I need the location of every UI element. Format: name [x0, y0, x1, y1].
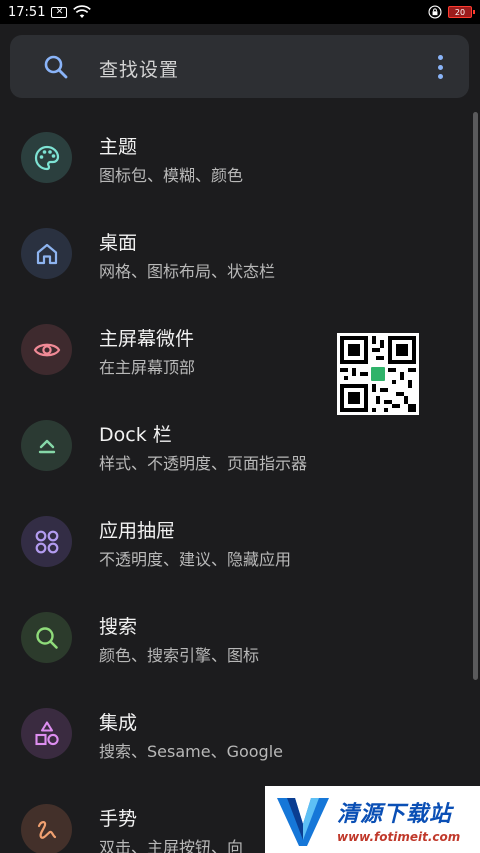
settings-item-search[interactable]: 搜索 颜色、搜索引擎、图标 — [0, 590, 480, 686]
item-title: 手势 — [99, 808, 138, 830]
search-icon — [44, 55, 68, 79]
item-title: Dock 栏 — [99, 424, 172, 446]
item-title: 主屏幕微件 — [99, 328, 195, 350]
item-subtitle: 搜索、Sesame、Google — [99, 742, 283, 761]
lock-rotation-icon — [428, 5, 442, 19]
item-subtitle: 颜色、搜索引擎、图标 — [99, 646, 260, 665]
gesture-icon — [21, 804, 72, 853]
settings-list: 主题 图标包、模糊、颜色 桌面 网格、图标布局、状态栏 主屏幕微件 在主屏幕顶部 — [0, 110, 480, 853]
scrollbar[interactable] — [473, 112, 478, 680]
battery-level: 20 — [454, 7, 466, 17]
search-icon — [21, 612, 72, 663]
settings-item-desktop[interactable]: 桌面 网格、图标布局、状态栏 — [0, 206, 480, 302]
qr-code-image — [337, 333, 419, 415]
search-placeholder[interactable]: 查找设置 — [99, 55, 179, 82]
item-title: 集成 — [99, 712, 138, 734]
watermark-url: www.fotimeit.com — [337, 829, 461, 844]
eye-icon — [21, 324, 72, 375]
home-icon — [21, 228, 72, 279]
battery-icon: 20 — [448, 6, 475, 18]
palette-icon — [21, 132, 72, 183]
shapes-icon — [21, 708, 72, 759]
settings-item-app-drawer[interactable]: 应用抽屉 不透明度、建议、隐藏应用 — [0, 494, 480, 590]
item-subtitle: 不透明度、建议、隐藏应用 — [99, 550, 292, 569]
dock-icon — [21, 420, 72, 471]
item-title: 主题 — [99, 136, 138, 158]
item-subtitle: 样式、不透明度、页面指示器 — [99, 454, 308, 473]
status-bar: 17:51 ✕ 20 — [0, 0, 480, 24]
settings-search-bar[interactable]: 查找设置 — [10, 35, 469, 98]
settings-item-theme[interactable]: 主题 图标包、模糊、颜色 — [0, 110, 480, 206]
item-title: 应用抽屉 — [99, 520, 176, 542]
apps-grid-icon — [21, 516, 72, 567]
watermark-title: 清源下载站 — [337, 801, 453, 827]
item-subtitle: 双击、主屏按钮、向 — [99, 838, 244, 853]
watermark-logo-icon — [277, 797, 329, 846]
item-subtitle: 图标包、模糊、颜色 — [99, 166, 244, 185]
qr-center-logo-icon — [369, 365, 387, 383]
more-options-icon[interactable] — [430, 55, 450, 79]
item-title: 桌面 — [99, 232, 138, 254]
settings-item-integration[interactable]: 集成 搜索、Sesame、Google — [0, 686, 480, 782]
item-subtitle: 网格、图标布局、状态栏 — [99, 262, 276, 281]
site-watermark: 清源下载站 www.fotimeit.com — [265, 786, 480, 853]
item-title: 搜索 — [99, 616, 138, 638]
item-subtitle: 在主屏幕顶部 — [99, 358, 196, 377]
wifi-icon — [73, 5, 92, 18]
status-time: 17:51 — [8, 4, 46, 20]
notification-badge-icon: ✕ — [51, 6, 68, 18]
